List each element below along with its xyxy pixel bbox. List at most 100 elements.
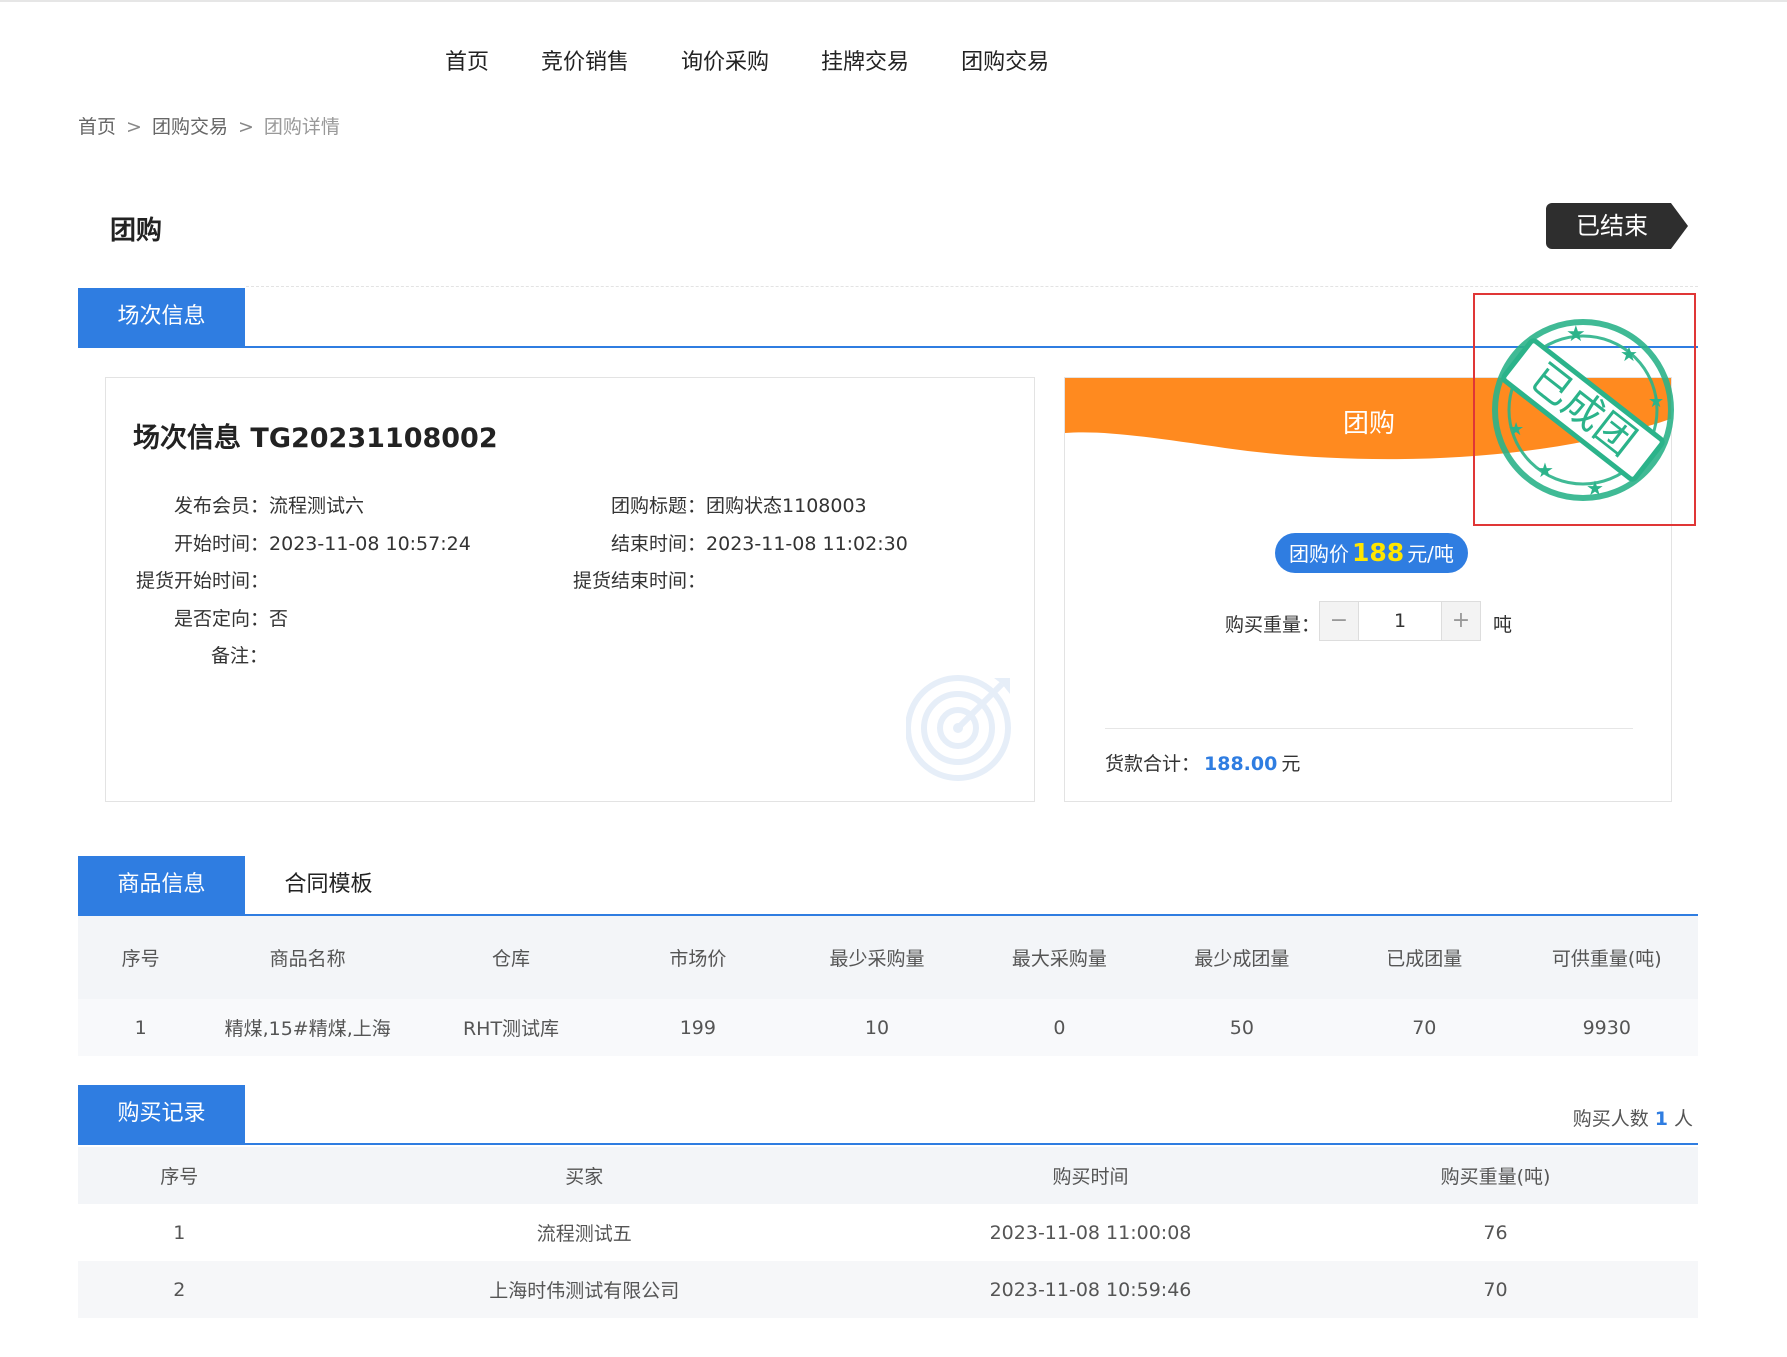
divider bbox=[1105, 728, 1633, 729]
quantity-label: 购买重量： bbox=[1225, 614, 1321, 636]
stamp-star: ★ bbox=[1508, 419, 1524, 440]
increase-button[interactable]: + bbox=[1442, 602, 1480, 640]
nav-inquiry-purchase[interactable]: 询价采购 bbox=[681, 44, 769, 76]
session-info-card: 场次信息 TG20231108002 发布会员：流程测试六 团购标题：团购状态1… bbox=[105, 377, 1035, 802]
table-row: 1 流程测试五 2023-11-08 11:00:08 76 bbox=[78, 1204, 1698, 1261]
table-cell: 70 bbox=[1333, 999, 1516, 1056]
table-cell: 1 bbox=[78, 1204, 281, 1261]
breadcrumb-separator: > bbox=[237, 116, 254, 138]
remark-field: 备注： bbox=[211, 641, 268, 668]
goods-table: 序号 商品名称 仓库 市场价 最少采购量 最大采购量 最少成团量 已成团量 可供… bbox=[78, 916, 1698, 1056]
decrease-button[interactable]: − bbox=[1320, 602, 1358, 640]
directed-field: 是否定向：否 bbox=[174, 604, 288, 631]
breadcrumb-group-buy[interactable]: 团购交易 bbox=[152, 116, 228, 138]
column-header: 商品名称 bbox=[203, 916, 413, 999]
price-prefix: 团购价 bbox=[1289, 542, 1349, 566]
table-row: 1 精煤,15#精煤,上海 RHT测试库 199 10 0 50 70 9930 bbox=[78, 999, 1698, 1056]
table-cell: 10 bbox=[785, 999, 969, 1056]
column-header: 最少成团量 bbox=[1150, 916, 1334, 999]
breadcrumb-home[interactable]: 首页 bbox=[78, 116, 116, 138]
column-header: 最大采购量 bbox=[968, 916, 1151, 999]
tab-session-info[interactable]: 场次信息 bbox=[78, 288, 245, 346]
payment-total: 货款合计： 188.00 元 bbox=[1105, 749, 1300, 776]
directed-label: 是否定向： bbox=[174, 608, 270, 630]
target-icon bbox=[906, 675, 1011, 781]
table-cell: 70 bbox=[1293, 1261, 1698, 1318]
start-time-label: 开始时间： bbox=[174, 533, 270, 555]
table-header-row: 序号 买家 购买时间 购买重量(吨) bbox=[78, 1147, 1698, 1204]
stamp-star: ★ bbox=[1648, 391, 1664, 412]
end-time-label: 结束时间： bbox=[611, 533, 707, 555]
nav-listing-trade[interactable]: 挂牌交易 bbox=[821, 44, 909, 76]
column-header: 最少采购量 bbox=[785, 916, 969, 999]
tab-purchase-records[interactable]: 购买记录 bbox=[78, 1085, 245, 1143]
start-time-value: 2023-11-08 10:57:24 bbox=[269, 533, 471, 555]
end-time-value: 2023-11-08 11:02:30 bbox=[706, 533, 908, 555]
publisher-field: 发布会员：流程测试六 bbox=[174, 491, 364, 518]
stamp-star: ★ bbox=[1586, 476, 1604, 500]
session-tabbar: 场次信息 bbox=[78, 288, 1698, 348]
table-cell: 0 bbox=[968, 999, 1151, 1056]
end-time-field: 结束时间：2023-11-08 11:02:30 bbox=[611, 529, 908, 556]
total-label: 货款合计： bbox=[1105, 753, 1201, 775]
nav-home[interactable]: 首页 bbox=[445, 44, 489, 76]
table-cell: 1 bbox=[78, 999, 204, 1056]
pickup-end-label: 提货结束时间： bbox=[573, 570, 707, 592]
table-header-row: 序号 商品名称 仓库 市场价 最少采购量 最大采购量 最少成团量 已成团量 可供… bbox=[78, 916, 1698, 999]
group-title-value: 团购状态1108003 bbox=[706, 495, 867, 517]
pickup-start-label: 提货开始时间： bbox=[136, 570, 270, 592]
buyer-count: 购买人数 1 人 bbox=[1573, 1104, 1693, 1131]
table-row: 2 上海时伟测试有限公司 2023-11-08 10:59:46 70 bbox=[78, 1261, 1698, 1318]
stamp-star: ★ bbox=[1536, 458, 1554, 482]
column-header: 已成团量 bbox=[1333, 916, 1516, 999]
start-time-field: 开始时间：2023-11-08 10:57:24 bbox=[174, 529, 471, 556]
stamp-star: ★ bbox=[1566, 322, 1586, 347]
divider bbox=[246, 286, 1698, 287]
group-title-field: 团购标题：团购状态1108003 bbox=[611, 491, 867, 518]
column-header: 仓库 bbox=[412, 916, 610, 999]
group-formed-stamp: 已成团 ★ ★ ★ ★ ★ ★ bbox=[1492, 319, 1674, 501]
breadcrumb-separator: > bbox=[126, 116, 142, 138]
buyer-count-label: 购买人数 bbox=[1572, 1108, 1649, 1130]
tab-contract-template[interactable]: 合同模板 bbox=[245, 856, 412, 914]
table-cell: RHT测试库 bbox=[412, 999, 610, 1056]
table-cell: 2023-11-08 10:59:46 bbox=[888, 1261, 1293, 1318]
column-header: 可供重量(吨) bbox=[1515, 916, 1698, 999]
remark-label: 备注： bbox=[211, 645, 269, 667]
goods-tabbar: 商品信息 合同模板 bbox=[78, 856, 1698, 916]
table-cell: 9930 bbox=[1515, 999, 1698, 1056]
column-header: 购买重量(吨) bbox=[1293, 1147, 1698, 1204]
column-header: 序号 bbox=[78, 1147, 281, 1204]
column-header: 购买时间 bbox=[888, 1147, 1293, 1204]
pickup-start-field: 提货开始时间： bbox=[136, 566, 269, 593]
quantity-stepper: − 1 + bbox=[1319, 601, 1481, 641]
nav-group-buy[interactable]: 团购交易 bbox=[961, 44, 1049, 76]
breadcrumb: 首页 > 团购交易 > 团购详情 bbox=[78, 112, 340, 139]
column-header: 买家 bbox=[280, 1147, 888, 1204]
buyer-count-unit: 人 bbox=[1673, 1108, 1693, 1130]
price-unit: 元/吨 bbox=[1407, 542, 1454, 566]
quantity-unit: 吨 bbox=[1493, 614, 1513, 636]
column-header: 市场价 bbox=[609, 916, 786, 999]
total-amount: 188.00 bbox=[1204, 753, 1278, 775]
tab-goods-info[interactable]: 商品信息 bbox=[78, 856, 245, 914]
publisher-value: 流程测试六 bbox=[269, 495, 365, 517]
pickup-end-field: 提货结束时间： bbox=[573, 566, 706, 593]
total-unit: 元 bbox=[1281, 753, 1301, 775]
group-price-badge: 团购价 188 元/吨 bbox=[1275, 533, 1468, 573]
quantity-input[interactable]: 1 bbox=[1358, 602, 1442, 640]
nav-auction-sales[interactable]: 竞价销售 bbox=[541, 44, 629, 76]
table-cell: 流程测试五 bbox=[280, 1204, 888, 1261]
table-cell: 2023-11-08 11:00:08 bbox=[888, 1204, 1293, 1261]
stamp-star: ★ bbox=[1620, 342, 1638, 366]
main-nav: 首页 竞价销售 询价采购 挂牌交易 团购交易 bbox=[445, 44, 1049, 76]
table-cell: 2 bbox=[78, 1261, 281, 1318]
records-tabbar: 购买记录 bbox=[78, 1085, 1698, 1145]
table-cell: 76 bbox=[1293, 1204, 1698, 1261]
session-title: 场次信息 TG20231108002 bbox=[133, 423, 498, 454]
buyer-count-value: 1 bbox=[1654, 1108, 1668, 1130]
table-cell: 199 bbox=[609, 999, 786, 1056]
publisher-label: 发布会员： bbox=[174, 495, 270, 517]
price-value: 188 bbox=[1352, 538, 1405, 567]
page-title: 团购 bbox=[110, 216, 163, 246]
